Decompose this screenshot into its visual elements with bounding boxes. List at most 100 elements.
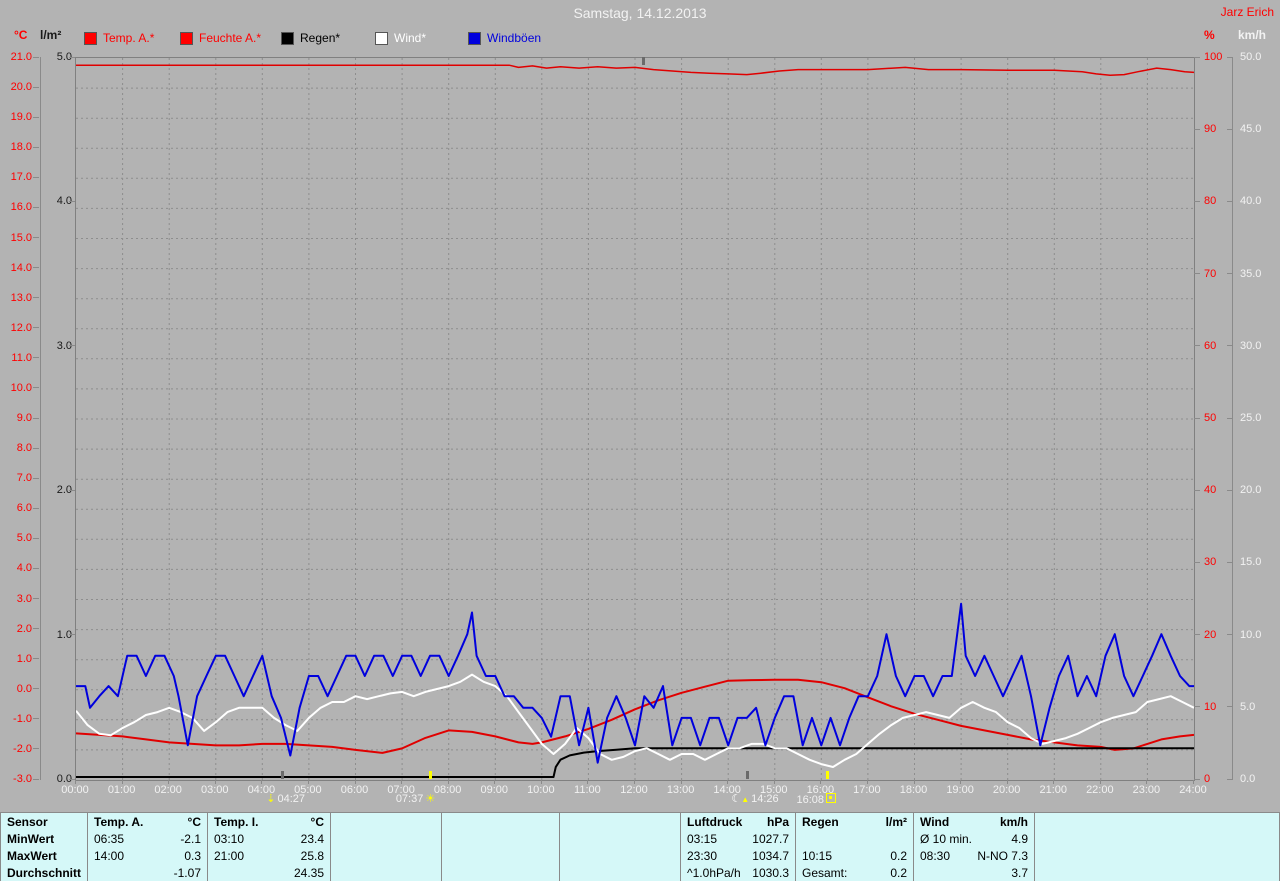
rain-axis-unit: l/m² [40,28,62,42]
y-axis-tick-label: 20.0 [10,81,32,94]
y-axis-tick-label: 6.0 [16,502,32,515]
col-unit: l/m² [885,814,907,829]
x-axis-tick [1006,780,1008,784]
y-axis-tick-label: 18.0 [10,141,32,154]
x-axis-tick-label: 08:00 [433,784,462,796]
x-axis-tick [261,780,263,784]
stat-value: 1027.7 [752,831,789,846]
stat-value: 1034.7 [752,848,789,863]
stat-value: 0.2 [890,848,907,863]
stats-col-empty [442,813,560,881]
y-axis-tick-label: 11.0 [11,351,32,364]
y-axis-tick [69,345,75,347]
y-axis-tick-label: 4.0 [56,195,72,208]
x-axis-tick [354,780,356,784]
stats-col-Temp. A.: Temp. A. °C 06:35 -2.1 14:00 0.3 -1.07 [88,813,208,881]
y-axis-tick [33,206,39,208]
stats-col-empty [1035,813,1279,881]
col-name: Temp. I. [214,814,259,829]
col-name: Temp. A. [94,814,144,829]
x-axis-tick [1099,780,1101,784]
stats-col-Regen: Regen l/m² 10:15 0.2 Gesamt: 0.2 [796,813,914,881]
y-axis-tick [1227,128,1233,130]
x-axis-tick [494,780,496,784]
y-axis-tick [33,567,39,569]
stats-row-labels: Sensor MinWert MaxWert Durchschnitt [1,813,88,881]
owner-name: Jarz Erich [1220,5,1274,19]
sunrise-tick [428,771,432,779]
plot-area [75,57,1195,781]
wind-axis-unit: km/h [1238,28,1267,42]
col-name: Wind [920,814,950,829]
y-axis-tick-label: 5.0 [56,51,72,63]
y-axis-tick [33,176,39,178]
y-axis-tick [1194,345,1200,347]
x-axis-tick-label: 18:00 [899,784,928,796]
y-axis-tick-label: 4.0 [16,562,32,575]
y-axis-tick [1227,561,1233,563]
x-axis-tick-label: 24:00 [1179,784,1207,796]
x-axis-tick-label: 03:00 [200,784,229,796]
y-axis-tick [1194,273,1200,275]
y-axis-tick [33,658,39,660]
y-axis-tick-label: 5.0 [1240,700,1256,713]
transit-tick [642,57,646,65]
legend-label: Feuchte A.* [199,31,262,45]
stat-time: Ø 10 min. [920,831,973,846]
x-axis-tick-label: 10:00 [527,784,555,796]
y-axis-tick [33,477,39,479]
col-unit: km/h [999,814,1028,829]
stat-value: 24.35 [293,865,324,880]
stats-col-Luftdruck: Luftdruck hPa 03:15 1027.7 23:30 1034.7 ^1.0hP… [681,813,796,881]
x-axis-tick [913,780,915,784]
y-axis-tick [69,56,75,58]
x-axis-tick [121,780,123,784]
stat-time: Gesamt: [802,865,848,880]
x-axis-tick [587,780,589,784]
sunrise-time: 07:37 [395,793,424,805]
x-axis-tick [447,780,449,784]
y-axis-tick-label: 1.0 [56,628,72,641]
x-axis-tick-label: 20:00 [992,784,1021,796]
x-axis-tick-label: 01:00 [107,784,136,796]
y-axis-tick-label: 16.0 [10,201,32,214]
x-axis-tick-label: 21:00 [1039,784,1068,796]
legend-item: Temp. A.* [84,31,154,45]
y-axis-tick [1194,561,1200,563]
y-axis-tick [33,56,39,58]
x-axis-tick-label: 11:00 [574,784,601,796]
stat-time: ^1.0hPa/h [687,865,741,880]
y-axis-tick [33,507,39,509]
y-axis-tick [1227,56,1233,58]
humidity-axis-unit: % [1204,28,1215,42]
y-axis-tick-label: -3.0 [13,773,32,785]
moonrise-tick [746,771,750,779]
legend-swatch-icon [468,31,481,45]
y-axis-tick [33,357,39,359]
sunset-marker: 16:08 [797,793,837,806]
x-axis-tick-label: 12:00 [620,784,648,796]
sunset-tick [825,771,829,779]
stat-value: 0.3 [184,848,201,863]
y-axis-tick-label: 13.0 [10,291,32,304]
y-axis-tick-label: 7.0 [16,472,32,485]
sunset-time: 16:08 [796,793,825,806]
y-axis-tick [1227,778,1233,780]
sunrise-marker: 07:37 ☀ [396,793,435,805]
stats-col-Wind: Wind km/h Ø 10 min. 4.9 08:30 N-NO 7.3 3.7 [914,813,1035,881]
stat-value: -2.1 [180,831,201,846]
legend-item: Wind* [375,31,426,45]
col-unit: °C [187,814,201,829]
col-name: Luftdruck [687,814,743,829]
y-axis-tick-label: 3.0 [56,339,72,352]
y-axis-tick [1194,706,1200,708]
y-axis-tick [33,628,39,630]
x-axis-tick [1053,780,1055,784]
x-axis-tick [634,780,635,784]
x-axis-tick [1146,780,1148,784]
y-axis-tick [1227,489,1233,491]
legend-swatch-icon [375,31,388,45]
stat-time: 23:30 [687,848,718,863]
sunrise-icon: ☀ [425,793,436,805]
temp-axis-line [40,57,41,780]
